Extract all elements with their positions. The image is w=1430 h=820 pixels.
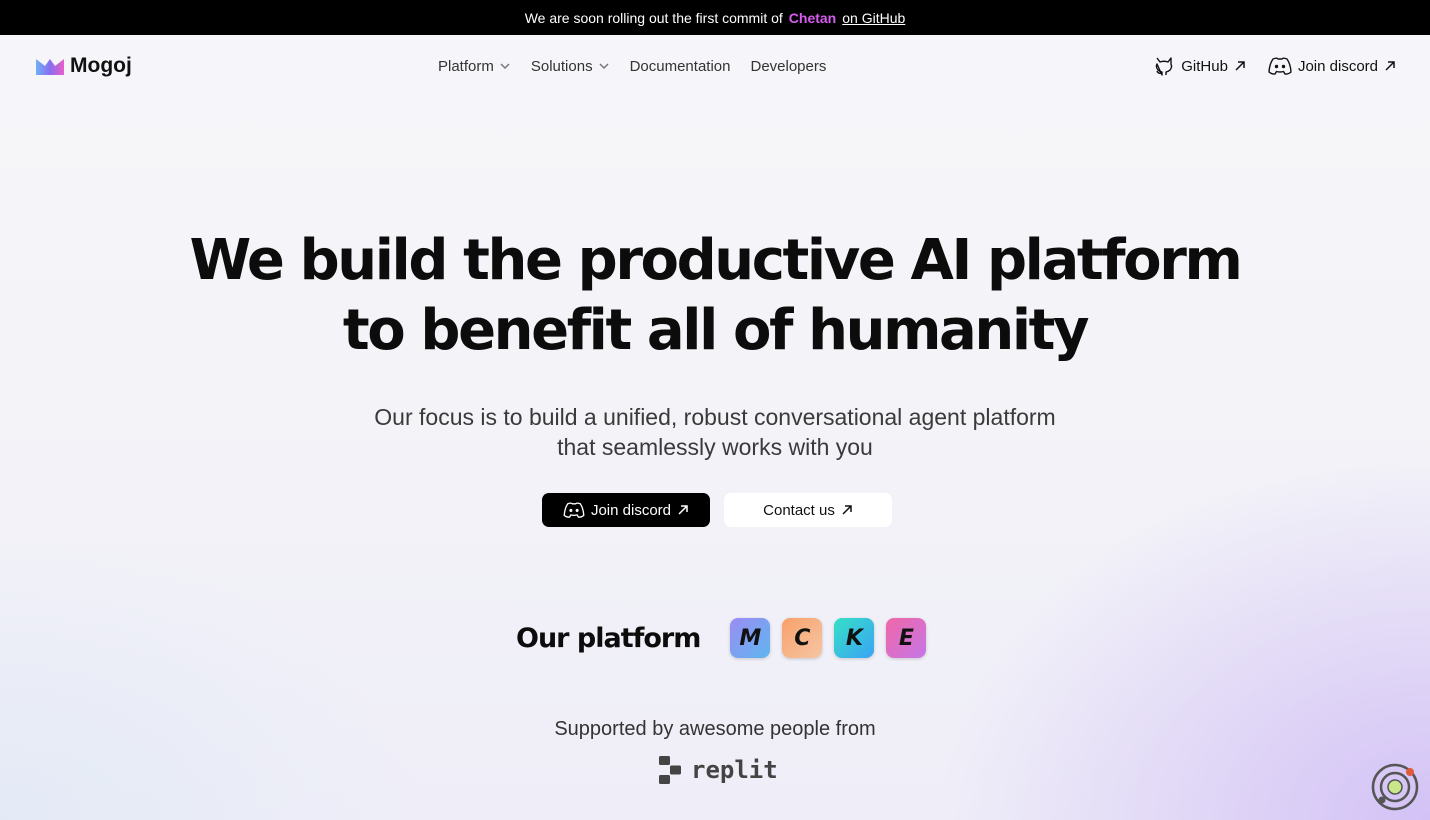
brand-logo[interactable]: Mogoj	[36, 54, 132, 78]
brand-name: Mogoj	[70, 54, 132, 77]
hero-title-line-1: We build the productive AI platform	[189, 228, 1243, 293]
github-icon	[1156, 57, 1173, 76]
hero-subtitle-line-2: that seamlessly works with you	[557, 434, 873, 460]
join-discord-label: Join discord	[590, 501, 672, 519]
replit-icon	[659, 756, 681, 784]
nav-label: Platform	[438, 57, 494, 75]
platform-tile-m[interactable]: M	[730, 618, 771, 658]
banner-highlight: Chetan	[788, 9, 837, 26]
announcement-banner: We are soon rolling out the first commit…	[0, 0, 1430, 35]
external-arrow-icon	[1385, 61, 1395, 71]
hero-subtitle-line-1: Our focus is to build a unified, robust …	[374, 404, 1056, 430]
discord-icon	[1268, 57, 1292, 75]
nav-item-developers[interactable]: Developers	[750, 58, 826, 75]
github-link[interactable]: GitHub	[1153, 55, 1246, 77]
discord-icon	[563, 502, 585, 518]
nav-label: Documentation	[629, 57, 731, 75]
discord-link[interactable]: Join discord	[1268, 57, 1396, 75]
nav-label: Solutions	[530, 57, 593, 75]
hero-title: We build the productive AI platform to b…	[0, 226, 1430, 366]
hero-title-line-2: to benefit all of humanity	[342, 298, 1090, 363]
nav-item-solutions[interactable]: Solutions	[531, 58, 610, 75]
main-menu: Platform Solutions Documentation Develop…	[438, 35, 826, 97]
platform-tile-k[interactable]: K	[834, 618, 875, 658]
replit-wordmark: replit	[691, 756, 778, 784]
top-navigation: Mogoj Platform Solutions Documentation D…	[0, 35, 1430, 97]
hero-section: We build the productive AI platform to b…	[0, 226, 1430, 462]
discord-label: Join discord	[1297, 57, 1378, 75]
external-arrow-icon	[842, 505, 852, 515]
chevron-down-icon	[599, 63, 609, 70]
banner-text: We are soon rolling out the first commit…	[524, 9, 783, 26]
join-discord-button[interactable]: Join discord	[542, 493, 710, 527]
contact-us-button[interactable]: Contact us	[724, 493, 892, 527]
github-label: GitHub	[1181, 57, 1228, 75]
platform-title: Our platform	[516, 622, 701, 654]
hero-subtitle: Our focus is to build a unified, robust …	[0, 402, 1430, 462]
header-actions: GitHub Join discord	[1153, 35, 1396, 97]
orbit-widget-icon[interactable]	[1370, 762, 1420, 812]
nav-label: Developers	[750, 57, 827, 75]
platform-section: Our platform M C K E	[516, 618, 927, 658]
platform-tile-e[interactable]: E	[886, 618, 927, 658]
contact-us-label: Contact us	[763, 501, 835, 519]
hero-actions: Join discord Contact us	[542, 493, 892, 527]
platform-tiles: M C K E	[730, 618, 927, 658]
mogoj-logo-icon	[36, 59, 64, 75]
external-arrow-icon	[678, 505, 688, 515]
platform-tile-c[interactable]: C	[782, 618, 823, 658]
nav-item-documentation[interactable]: Documentation	[630, 58, 731, 75]
supported-by-text: Supported by awesome people from	[554, 718, 876, 740]
chevron-down-icon	[500, 63, 510, 70]
nav-item-platform[interactable]: Platform	[438, 58, 511, 75]
external-arrow-icon	[1235, 61, 1245, 71]
banner-github-link[interactable]: on GitHub	[842, 10, 905, 26]
replit-logo[interactable]: replit	[659, 756, 778, 784]
